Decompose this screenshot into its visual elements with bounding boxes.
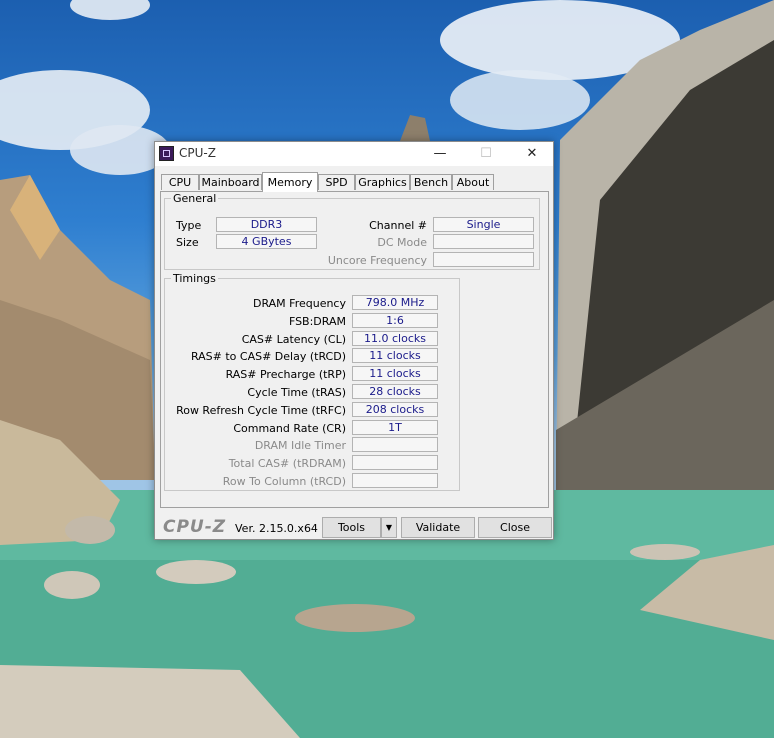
tab-graphics[interactable]: Graphics [355, 174, 410, 190]
timings-group: Timings DRAM Frequency 798.0 MHz FSB:DRAM 1… [164, 272, 460, 491]
maximize-button[interactable]: ☐ [463, 142, 509, 166]
tab-mainboard[interactable]: Mainboard [199, 174, 262, 190]
timing-label: Row Refresh Cycle Time (tRFC) [176, 403, 346, 417]
timing-value [352, 473, 438, 488]
channel-label: Channel # [369, 219, 427, 232]
timing-label: Total CAS# (tRDRAM) [228, 457, 346, 471]
window-title: CPU-Z [179, 146, 216, 160]
close-window-button[interactable]: ✕ [509, 142, 555, 166]
general-legend: General [173, 192, 217, 205]
cpuz-app-icon [159, 146, 174, 161]
timing-value: 1T [352, 419, 438, 435]
timing-value: 11.0 clocks [352, 330, 438, 346]
timing-label: CAS# Latency (CL) [241, 332, 346, 346]
tab-memory[interactable]: Memory [262, 172, 318, 192]
version-text: Ver. 2.15.0.x64 [235, 522, 318, 535]
uncore-frequency-value [433, 252, 534, 267]
timing-value: 11 clocks [352, 366, 438, 382]
timing-label: Command Rate (CR) [233, 421, 346, 435]
size-value: 4 GBytes [216, 234, 317, 249]
tab-cpu[interactable]: CPU [161, 174, 199, 190]
uncore-frequency-label: Uncore Frequency [327, 254, 427, 267]
timing-value: 208 clocks [352, 401, 438, 417]
timing-label: DRAM Frequency [252, 297, 346, 310]
timing-label: Cycle Time (tRAS) [247, 386, 346, 399]
timing-value: 1:6 [352, 312, 438, 328]
close-button[interactable]: Close [478, 517, 552, 538]
memory-tab-page: General Type DDR3 Size 4 GBytes Channel … [160, 191, 549, 508]
footer-bar: CPU-Z Ver. 2.15.0.x64 Tools ▼ Validate C… [155, 510, 553, 540]
dcmode-label: DC Mode [377, 236, 427, 249]
timing-label: Row To Column (tRCD) [222, 475, 346, 488]
timing-value: 798.0 MHz [352, 295, 438, 310]
tab-bench[interactable]: Bench [410, 174, 452, 190]
timings-legend: Timings [173, 272, 216, 285]
cpuz-brand-logo: CPU-Z [163, 517, 227, 537]
timing-label: DRAM Idle Timer [254, 439, 346, 453]
timing-value: 28 clocks [352, 384, 438, 399]
cpuz-window: CPU-Z — ☐ ✕ CPU Mainboard Memory SPD Gra… [154, 141, 554, 540]
timing-label: RAS# to CAS# Delay (tRCD) [190, 350, 346, 364]
timing-value: 11 clocks [352, 348, 438, 364]
dcmode-value [433, 234, 534, 249]
type-label: Type [176, 219, 202, 232]
timing-value [352, 437, 438, 453]
minimize-button[interactable]: — [417, 142, 463, 166]
general-group: General Type DDR3 Size 4 GBytes Channel … [164, 192, 540, 270]
timing-label: FSB:DRAM [288, 314, 346, 328]
tab-spd[interactable]: SPD [318, 174, 355, 190]
channel-value: Single [433, 217, 534, 232]
title-bar[interactable]: CPU-Z — ☐ ✕ [155, 142, 553, 166]
timing-label: RAS# Precharge (tRP) [225, 368, 346, 382]
tab-about[interactable]: About [452, 174, 494, 190]
tools-button[interactable]: Tools [322, 517, 381, 538]
type-value: DDR3 [216, 217, 317, 232]
size-label: Size [176, 236, 199, 249]
validate-button[interactable]: Validate [401, 517, 475, 538]
tools-dropdown-arrow-icon[interactable]: ▼ [381, 517, 397, 538]
timing-value [352, 455, 438, 471]
